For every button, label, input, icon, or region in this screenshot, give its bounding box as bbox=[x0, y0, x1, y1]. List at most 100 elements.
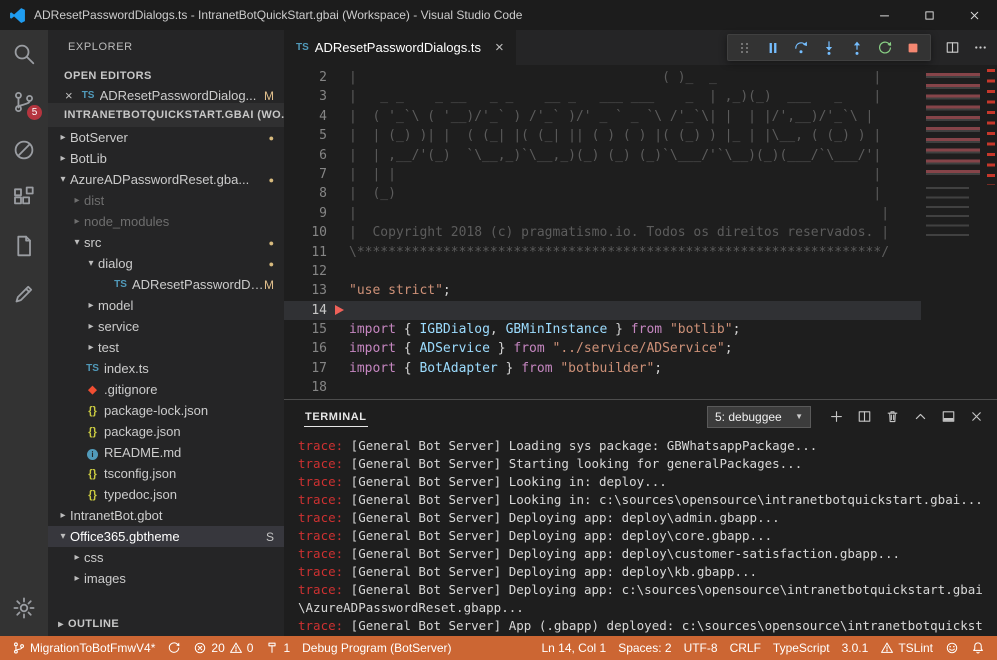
tree-item-package-lock-json[interactable]: {}package-lock.json bbox=[48, 400, 284, 421]
code-line[interactable]: 6| | ,__/'(_) `\__,_)`\__,_)(_) (_) (_)`… bbox=[284, 146, 921, 165]
tree-item-src[interactable]: ▾src● bbox=[48, 232, 284, 253]
status-eol[interactable]: CRLF bbox=[724, 636, 767, 660]
tab-close-icon[interactable]: × bbox=[495, 39, 504, 56]
tree-item-dialog[interactable]: ▾dialog● bbox=[48, 253, 284, 274]
code-line[interactable]: 7| | | | bbox=[284, 165, 921, 184]
debug-activity-button[interactable] bbox=[0, 126, 48, 174]
tree-item-service[interactable]: ▸service bbox=[48, 316, 284, 337]
tree-item-adresetpassworddial[interactable]: TSADResetPasswordDial...M bbox=[48, 274, 284, 295]
split-editor-button[interactable] bbox=[939, 35, 965, 61]
step-over-button[interactable] bbox=[787, 35, 815, 60]
line-number[interactable]: 2 bbox=[284, 68, 327, 87]
edit-activity-button[interactable] bbox=[0, 270, 48, 318]
tree-item-gitignore[interactable]: ◆.gitignore bbox=[48, 379, 284, 400]
close-button[interactable] bbox=[952, 0, 997, 30]
tree-item-office365-gbtheme[interactable]: ▾Office365.gbthemeS bbox=[48, 526, 284, 547]
outline-header[interactable]: ▸ OUTLINE bbox=[48, 612, 284, 636]
tree-item-images[interactable]: ▸images bbox=[48, 568, 284, 589]
line-number[interactable]: 17 bbox=[284, 359, 327, 378]
status-problems[interactable]: 200 bbox=[187, 636, 259, 660]
minimize-button[interactable] bbox=[862, 0, 907, 30]
terminal-selector[interactable]: 5: debuggee ▼ bbox=[707, 406, 811, 428]
line-number[interactable]: 14 bbox=[284, 301, 327, 320]
extensions-activity-button[interactable] bbox=[0, 174, 48, 222]
line-number[interactable]: 12 bbox=[284, 262, 327, 281]
code-line[interactable]: 5| | (_) )| | ( (_| |( (_| || ( ) ( ) |(… bbox=[284, 126, 921, 145]
close-icon[interactable]: × bbox=[65, 88, 73, 103]
tree-item-intranetbot-gbot[interactable]: ▸IntranetBot.gbot bbox=[48, 505, 284, 526]
tab-adresetpassworddialogs-ts[interactable]: TS ADResetPasswordDialogs.ts × bbox=[284, 30, 516, 65]
status-typescript-version[interactable]: 3.0.1 bbox=[836, 636, 875, 660]
more-actions-button[interactable] bbox=[967, 35, 993, 61]
tree-item-test[interactable]: ▸test bbox=[48, 337, 284, 358]
step-out-button[interactable] bbox=[843, 35, 871, 60]
status-cursor-position[interactable]: Ln 14, Col 1 bbox=[535, 636, 612, 660]
status-feedback[interactable] bbox=[939, 636, 965, 660]
tree-item-model[interactable]: ▸model bbox=[48, 295, 284, 316]
status-indentation[interactable]: Spaces: 2 bbox=[612, 636, 677, 660]
maximize-button[interactable] bbox=[907, 0, 952, 30]
line-number[interactable]: 5 bbox=[284, 126, 327, 145]
kill-terminal-button[interactable] bbox=[879, 404, 905, 430]
overview-ruler[interactable] bbox=[985, 65, 997, 399]
line-number[interactable]: 11 bbox=[284, 243, 327, 262]
line-number[interactable]: 15 bbox=[284, 320, 327, 339]
terminal-tab[interactable]: TERMINAL bbox=[304, 407, 368, 427]
open-editors-header[interactable]: OPEN EDITORS bbox=[48, 64, 284, 88]
step-into-button[interactable] bbox=[815, 35, 843, 60]
restart-button[interactable] bbox=[871, 35, 899, 60]
settings-activity-button[interactable] bbox=[0, 584, 48, 632]
code-line[interactable]: 9| | bbox=[284, 204, 921, 223]
new-terminal-button[interactable] bbox=[823, 404, 849, 430]
source-control-activity-button[interactable]: 5 bbox=[0, 78, 48, 126]
code-line[interactable]: 18 bbox=[284, 378, 921, 397]
open-editor-item[interactable]: ×TSADResetPasswordDialog...M bbox=[48, 88, 284, 103]
tree-item-package-json[interactable]: {}package.json bbox=[48, 421, 284, 442]
code-line[interactable]: 2| ( )_ _ | bbox=[284, 68, 921, 87]
tree-item-botserver[interactable]: ▸BotServer● bbox=[48, 127, 284, 148]
status-language-mode[interactable]: TypeScript bbox=[767, 636, 836, 660]
drag-grip[interactable] bbox=[731, 35, 759, 60]
status-scm-branch[interactable]: MigrationToBotFmwV4* bbox=[6, 636, 161, 660]
move-panel-button[interactable] bbox=[935, 404, 961, 430]
code-editor[interactable]: 2| ( )_ _ |3| _ _ _ __ _ _ __ _ ___ ___ … bbox=[284, 65, 997, 399]
tree-item-index-ts[interactable]: TSindex.ts bbox=[48, 358, 284, 379]
line-number[interactable]: 3 bbox=[284, 87, 327, 106]
tree-item-tsconfig-json[interactable]: {}tsconfig.json bbox=[48, 463, 284, 484]
status-encoding[interactable]: UTF-8 bbox=[678, 636, 724, 660]
tree-item-readme-md[interactable]: iREADME.md bbox=[48, 442, 284, 463]
code-line[interactable]: 10| Copyright 2018 (c) pragmatismo.io. T… bbox=[284, 223, 921, 242]
line-number[interactable]: 13 bbox=[284, 281, 327, 300]
code-line[interactable]: 8| (_) | bbox=[284, 184, 921, 203]
pause-button[interactable] bbox=[759, 35, 787, 60]
tree-item-azureadpasswordreset-gba[interactable]: ▾AzureADPasswordReset.gba...● bbox=[48, 169, 284, 190]
status-debug-config[interactable]: Debug Program (BotServer) bbox=[296, 636, 457, 660]
line-number[interactable]: 9 bbox=[284, 204, 327, 223]
line-number[interactable]: 10 bbox=[284, 223, 327, 242]
code-line[interactable]: 17import { BotAdapter } from "botbuilder… bbox=[284, 359, 921, 378]
tree-item-botlib[interactable]: ▸BotLib bbox=[48, 148, 284, 169]
code-line[interactable]: 16import { ADService } from "../service/… bbox=[284, 339, 921, 358]
code-line[interactable]: 14 bbox=[284, 301, 921, 320]
search-activity-button[interactable] bbox=[0, 30, 48, 78]
tree-item-css[interactable]: ▸css bbox=[48, 547, 284, 568]
code-line[interactable]: 3| _ _ _ __ _ _ __ _ ___ ___ _ | ,_)(_) … bbox=[284, 87, 921, 106]
workspace-folder-header[interactable]: INTRANETBOTQUICKSTART.GBAI (WO... bbox=[48, 103, 284, 127]
maximize-panel-button[interactable] bbox=[907, 404, 933, 430]
files-activity-button[interactable] bbox=[0, 222, 48, 270]
code-line[interactable]: 15import { IGBDialog, GBMinInstance } fr… bbox=[284, 320, 921, 339]
split-terminal-button[interactable] bbox=[851, 404, 877, 430]
code-line[interactable]: 13"use strict"; bbox=[284, 281, 921, 300]
code-line[interactable]: 4| ( '_`\ ( '__)/'_` ) /'_` )/' _ ` _ `\… bbox=[284, 107, 921, 126]
terminal-output[interactable]: trace: [General Bot Server] Loading sys … bbox=[284, 433, 997, 636]
line-number[interactable]: 6 bbox=[284, 146, 327, 165]
line-number[interactable]: 7 bbox=[284, 165, 327, 184]
line-number[interactable]: 18 bbox=[284, 378, 327, 397]
status-tslint[interactable]: TSLint bbox=[874, 636, 939, 660]
line-number[interactable]: 4 bbox=[284, 107, 327, 126]
line-number[interactable]: 8 bbox=[284, 184, 327, 203]
tree-item-typedoc-json[interactable]: {}typedoc.json bbox=[48, 484, 284, 505]
code-line[interactable]: 12 bbox=[284, 262, 921, 281]
status-tasks[interactable]: 1 bbox=[259, 636, 296, 660]
close-panel-button[interactable] bbox=[963, 404, 989, 430]
